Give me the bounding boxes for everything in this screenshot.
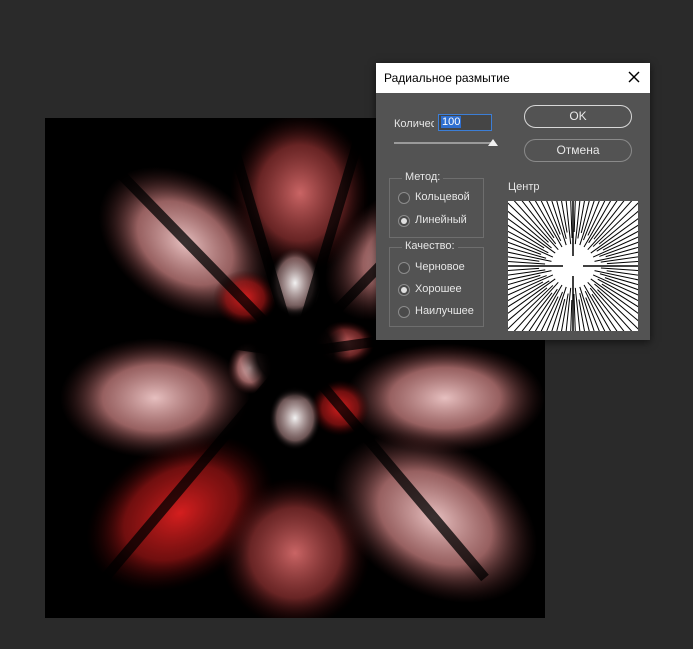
amount-slider-track[interactable] [394, 142, 494, 144]
center-ray-33 [513, 282, 559, 331]
dialog-title: Радиальное размытие [384, 71, 510, 85]
dialog-titlebar[interactable]: Радиальное размытие [376, 63, 650, 93]
center-ray-12 [587, 282, 633, 331]
close-icon[interactable] [626, 69, 642, 85]
ok-button[interactable]: OK [524, 105, 632, 128]
method-group: Метод: Кольцевой Линейный [389, 171, 484, 238]
center-ray-68 [573, 201, 576, 233]
center-ray-11 [597, 289, 638, 330]
center-ray-89 [606, 260, 638, 265]
center-ray-41 [508, 274, 541, 286]
radio-icon [398, 306, 410, 318]
workspace: Радиальное размытие Количество 100 OK От… [0, 0, 693, 649]
quality-group: Качество: Черновое Хорошее Наилучшее [389, 240, 484, 327]
center-ray-57 [513, 201, 559, 250]
amount-value: 100 [441, 116, 462, 128]
center-ray-23 [570, 299, 573, 331]
method-radio-spin-label: Кольцевой [415, 191, 470, 203]
method-legend: Метод: [402, 171, 444, 183]
method-radio-zoom-label: Линейный [415, 214, 467, 226]
center-label: Центр [508, 181, 540, 193]
center-ray-44 [508, 267, 540, 272]
radio-icon [398, 192, 410, 204]
amount-slider-thumb[interactable] [488, 139, 498, 146]
center-ray-56 [508, 202, 549, 243]
blur-center-rays [508, 201, 638, 331]
amount-label: Количество [394, 118, 434, 130]
amount-input[interactable]: 100 [438, 114, 492, 131]
quality-radio-good-label: Хорошее [415, 283, 462, 295]
quality-radio-best-label: Наилучшее [415, 305, 474, 317]
center-ray-53 [508, 224, 545, 249]
radio-icon [398, 284, 410, 296]
quality-legend: Качество: [402, 240, 458, 252]
center-ray-86 [605, 246, 638, 258]
radio-icon [398, 215, 410, 227]
center-ray-8 [601, 283, 638, 308]
quality-radio-draft-label: Черновое [415, 261, 465, 273]
center-ray-78 [587, 201, 633, 250]
cancel-button[interactable]: Отмена [524, 139, 632, 162]
center-point [563, 256, 583, 276]
blur-center-preview[interactable] [508, 201, 638, 331]
radio-icon [398, 262, 410, 274]
radial-blur-dialog: Радиальное размытие Количество 100 OK От… [376, 63, 650, 340]
